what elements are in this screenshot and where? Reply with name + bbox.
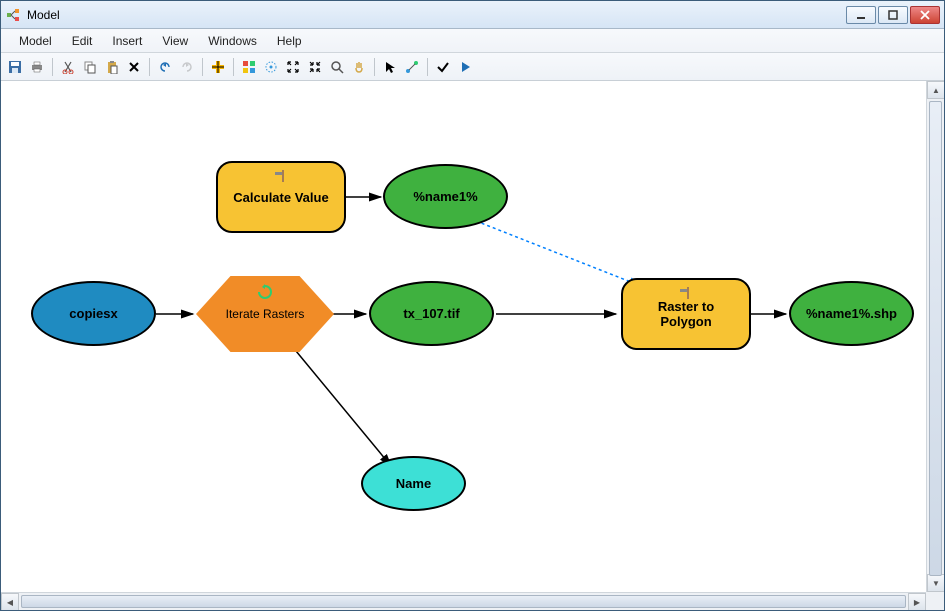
node-iterate-rasters[interactable]: Iterate Rasters [196, 276, 334, 352]
full-extent-icon [264, 60, 278, 74]
scroll-thumb[interactable] [929, 101, 942, 576]
iterate-icon [257, 284, 273, 300]
cut-icon [61, 60, 75, 74]
node-calculate-value[interactable]: Calculate Value [216, 161, 346, 233]
auto-layout-button[interactable] [239, 57, 259, 77]
full-extent-button[interactable] [261, 57, 281, 77]
maximize-icon [888, 10, 898, 20]
toolbar-separator [374, 58, 375, 76]
check-icon [436, 60, 450, 74]
paste-button[interactable] [102, 57, 122, 77]
connect-button[interactable] [402, 57, 422, 77]
toolbar-separator [149, 58, 150, 76]
close-icon [920, 10, 930, 20]
pan-button[interactable] [349, 57, 369, 77]
node-label: %name1% [413, 189, 477, 204]
menu-model[interactable]: Model [9, 31, 62, 51]
scroll-down-button[interactable]: ▼ [927, 574, 944, 592]
toolbar [1, 53, 944, 81]
zoom-out-button[interactable] [305, 57, 325, 77]
redo-button[interactable] [177, 57, 197, 77]
titlebar: Model [1, 1, 944, 29]
node-name1-shp[interactable]: %name1%.shp [789, 281, 914, 346]
toolbar-separator [233, 58, 234, 76]
scroll-left-button[interactable]: ◀ [1, 593, 19, 610]
redo-icon [180, 60, 194, 74]
maximize-button[interactable] [878, 6, 908, 24]
node-label: Raster to Polygon [633, 299, 739, 329]
node-label: Calculate Value [233, 190, 328, 205]
add-data-icon [211, 60, 225, 74]
app-icon [5, 7, 21, 23]
delete-button[interactable] [124, 57, 144, 77]
zoom-in-icon [286, 60, 300, 74]
node-copiesx[interactable]: copiesx [31, 281, 156, 346]
node-name1-var[interactable]: %name1% [383, 164, 508, 229]
vertical-scrollbar[interactable]: ▲ ▼ [926, 81, 944, 592]
connect-icon [405, 60, 419, 74]
window-title: Model [27, 8, 846, 22]
app-window: Model Model Edit Insert View Windows Hel… [0, 0, 945, 611]
node-raster-to-polygon[interactable]: Raster to Polygon [621, 278, 751, 350]
node-name[interactable]: Name [361, 456, 466, 511]
select-button[interactable] [380, 57, 400, 77]
node-label: tx_107.tif [403, 306, 459, 321]
toolbar-separator [427, 58, 428, 76]
canvas-container: copiesx Iterate Rasters Calculate Value … [1, 81, 944, 610]
hammer-icon [274, 169, 288, 183]
scroll-track[interactable] [927, 99, 944, 574]
zoom-out-icon [308, 60, 322, 74]
print-button[interactable] [27, 57, 47, 77]
undo-button[interactable] [155, 57, 175, 77]
print-icon [30, 60, 44, 74]
window-buttons [846, 6, 940, 24]
hammer-icon [679, 286, 693, 300]
undo-icon [158, 60, 172, 74]
node-label: Iterate Rasters [226, 307, 305, 321]
toolbar-separator [52, 58, 53, 76]
paste-icon [105, 60, 119, 74]
cursor-icon [383, 60, 397, 74]
menu-edit[interactable]: Edit [62, 31, 103, 51]
menu-help[interactable]: Help [267, 31, 312, 51]
delete-icon [127, 60, 141, 74]
copy-button[interactable] [80, 57, 100, 77]
run-icon [458, 60, 472, 74]
menu-insert[interactable]: Insert [102, 31, 152, 51]
minimize-button[interactable] [846, 6, 876, 24]
model-canvas[interactable]: copiesx Iterate Rasters Calculate Value … [1, 81, 926, 592]
save-icon [8, 60, 22, 74]
scroll-right-button[interactable]: ▶ [908, 593, 926, 610]
menubar: Model Edit Insert View Windows Help [1, 29, 944, 53]
validate-button[interactable] [433, 57, 453, 77]
node-tx107[interactable]: tx_107.tif [369, 281, 494, 346]
node-label: %name1%.shp [806, 306, 897, 321]
add-data-button[interactable] [208, 57, 228, 77]
hand-icon [352, 60, 366, 74]
scroll-corner [926, 592, 944, 610]
menu-windows[interactable]: Windows [198, 31, 267, 51]
node-label: copiesx [69, 306, 117, 321]
menu-view[interactable]: View [152, 31, 198, 51]
grid-icon [242, 60, 256, 74]
zoom-in-button[interactable] [283, 57, 303, 77]
copy-icon [83, 60, 97, 74]
run-button[interactable] [455, 57, 475, 77]
node-label: Name [396, 476, 431, 491]
minimize-icon [856, 10, 866, 20]
scroll-up-button[interactable]: ▲ [927, 81, 944, 99]
horizontal-scrollbar[interactable]: ◀ ▶ [1, 592, 926, 610]
magnifier-icon [330, 60, 344, 74]
scroll-track[interactable] [19, 593, 908, 610]
toolbar-separator [202, 58, 203, 76]
close-button[interactable] [910, 6, 940, 24]
scroll-thumb[interactable] [21, 595, 906, 608]
cut-button[interactable] [58, 57, 78, 77]
save-button[interactable] [5, 57, 25, 77]
fixed-zoom-in-button[interactable] [327, 57, 347, 77]
